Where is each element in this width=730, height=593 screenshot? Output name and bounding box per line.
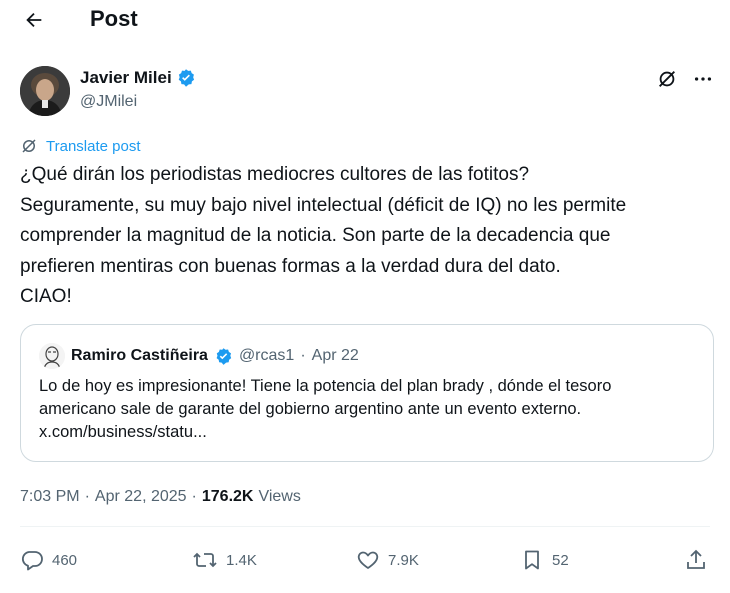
repost-button[interactable]: 1.4K (192, 540, 257, 580)
post-action-bar: 460 1.4K 7.9K 52 (20, 540, 714, 580)
grok-icon (22, 139, 36, 153)
quoted-author-name: Ramiro Castiñeira (71, 347, 208, 364)
heart-icon (357, 551, 379, 569)
verified-badge-icon (216, 347, 232, 365)
author-avatar[interactable] (20, 66, 70, 116)
share-button[interactable] (684, 540, 708, 580)
dot-separator: · (300, 347, 306, 364)
post-date[interactable]: Apr 22, 2025 (95, 488, 187, 506)
post-body: ¿Qué dirán los periodistas mediocres cul… (20, 164, 627, 307)
share-icon (687, 549, 705, 569)
views-count[interactable]: 176.2K (202, 488, 254, 506)
verified-badge-icon (178, 69, 194, 87)
quoted-post-header: Ramiro Castiñeira @rcas1 · Apr 22 (39, 343, 359, 369)
bookmark-icon (525, 550, 539, 570)
post-time[interactable]: 7:03 PM (20, 488, 80, 506)
quoted-author-handle: @rcas1 (238, 347, 295, 364)
post-top-actions (654, 66, 716, 92)
more-options-button[interactable] (690, 66, 716, 92)
views-label: Views (258, 488, 301, 505)
dot-separator: · (84, 488, 90, 505)
like-count: 7.9K (388, 551, 419, 569)
author-name-row: Javier Milei (80, 68, 196, 88)
repost-count: 1.4K (226, 551, 257, 569)
quoted-post[interactable]: Ramiro Castiñeira @rcas1 · Apr 22 Lo de … (20, 324, 714, 462)
author-name[interactable]: Javier Milei (80, 68, 172, 88)
quoted-post-date: Apr 22 (311, 347, 359, 364)
page-title: Post (90, 6, 138, 31)
more-horizontal-icon (694, 77, 712, 81)
divider (20, 526, 710, 527)
arrow-left-icon (26, 12, 42, 28)
quoted-author-avatar (39, 343, 65, 369)
like-button[interactable]: 7.9K (356, 540, 419, 580)
bookmark-count: 52 (552, 551, 569, 569)
translate-label: Translate post (46, 137, 141, 155)
author-handle[interactable]: @JMilei (80, 93, 137, 111)
repost-icon (193, 552, 217, 568)
reply-button[interactable]: 460 (20, 540, 77, 580)
dot-separator: · (191, 488, 197, 505)
translate-post-link[interactable]: Translate post (20, 137, 141, 155)
reply-icon (21, 551, 43, 571)
top-bar: Post (0, 0, 730, 40)
back-button[interactable] (20, 6, 48, 34)
post-meta: 7:03 PM · Apr 22, 2025 · 176.2K Views (20, 488, 301, 506)
reply-count: 460 (52, 551, 78, 569)
grok-icon (659, 71, 675, 87)
bookmark-button[interactable]: 52 (520, 540, 569, 580)
quoted-post-text: Lo de hoy es impresionante! Tiene la pot… (39, 377, 612, 441)
grok-button[interactable] (654, 66, 680, 92)
